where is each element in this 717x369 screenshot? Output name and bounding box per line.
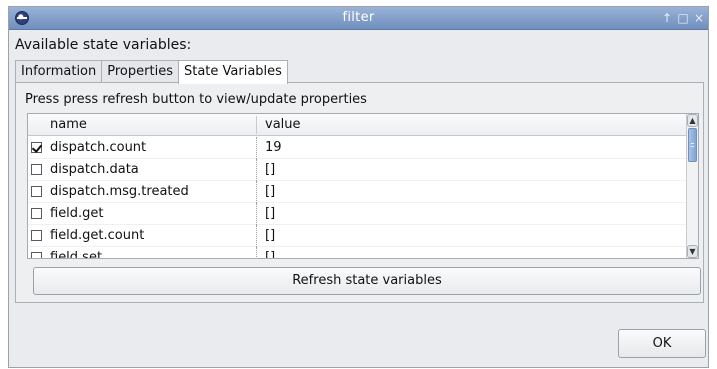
cell-divider — [256, 225, 257, 247]
state-variables-panel: Press press refresh button to view/updat… — [15, 82, 704, 303]
row-checkbox[interactable] — [31, 230, 42, 241]
available-variables-label: Available state variables: — [15, 37, 192, 53]
row-checkbox[interactable] — [31, 142, 42, 153]
table-row[interactable]: dispatch.data [] — [28, 159, 688, 181]
cell-divider — [256, 159, 257, 181]
cell-divider — [256, 203, 257, 225]
table-body: dispatch.count 19 dispatch.data [] dispa… — [28, 137, 688, 259]
chevron-down-icon[interactable]: ▼ — [687, 245, 698, 258]
tab-information[interactable]: Information — [15, 60, 103, 83]
cell-divider — [256, 181, 257, 203]
variable-value: [] — [265, 184, 276, 199]
variable-name: dispatch.count — [50, 140, 147, 155]
variable-value: 19 — [265, 140, 282, 155]
window-title: filter — [342, 10, 375, 25]
variable-name: field.get.count — [50, 228, 145, 243]
vertical-scrollbar[interactable]: ▲ ▼ — [686, 114, 698, 258]
state-variables-table: name value dispatch.count 19 dispatch.da… — [27, 113, 699, 259]
variable-name: dispatch.msg.treated — [50, 184, 189, 199]
dialog-window: filter ↑ □ × Available state variables: … — [8, 6, 709, 368]
refresh-state-variables-button[interactable]: Refresh state variables — [33, 267, 701, 295]
column-header-name[interactable]: name — [50, 117, 87, 132]
column-divider[interactable] — [256, 116, 257, 134]
table-row[interactable]: field.get.count [] — [28, 225, 688, 247]
maximize-icon[interactable]: □ — [676, 10, 690, 26]
cell-divider — [256, 137, 257, 159]
row-checkbox[interactable] — [31, 252, 42, 258]
table-header: name value — [28, 114, 688, 136]
tab-bar: Information Properties State Variables — [15, 60, 288, 84]
variable-name: field.set — [50, 250, 103, 259]
refresh-hint-text: Press press refresh button to view/updat… — [25, 92, 367, 107]
table-row[interactable]: dispatch.msg.treated [] — [28, 181, 688, 203]
tab-state-variables[interactable]: State Variables — [177, 60, 288, 84]
table-row[interactable]: field.get [] — [28, 203, 688, 225]
cell-divider — [256, 247, 257, 258]
row-checkbox[interactable] — [31, 164, 42, 175]
row-checkbox[interactable] — [31, 208, 42, 219]
variable-value: [] — [265, 250, 276, 259]
grip-icon — [691, 143, 694, 147]
title-bar[interactable]: filter ↑ □ × — [9, 7, 708, 30]
row-checkbox[interactable] — [31, 186, 42, 197]
close-icon[interactable]: × — [692, 10, 706, 26]
variable-value: [] — [265, 228, 276, 243]
tab-properties[interactable]: Properties — [101, 60, 179, 83]
variable-value: [] — [265, 162, 276, 177]
variable-name: dispatch.data — [50, 162, 139, 177]
column-header-value[interactable]: value — [265, 117, 301, 132]
chevron-up-icon[interactable]: ▲ — [687, 114, 698, 127]
variable-value: [] — [265, 206, 276, 221]
roll-up-icon[interactable]: ↑ — [660, 10, 674, 26]
table-row[interactable]: dispatch.count 19 — [28, 137, 688, 159]
ok-button[interactable]: OK — [618, 329, 706, 358]
variable-name: field.get — [50, 206, 104, 221]
table-row[interactable]: field.set [] — [28, 247, 688, 259]
scrollbar-thumb[interactable] — [688, 128, 697, 162]
